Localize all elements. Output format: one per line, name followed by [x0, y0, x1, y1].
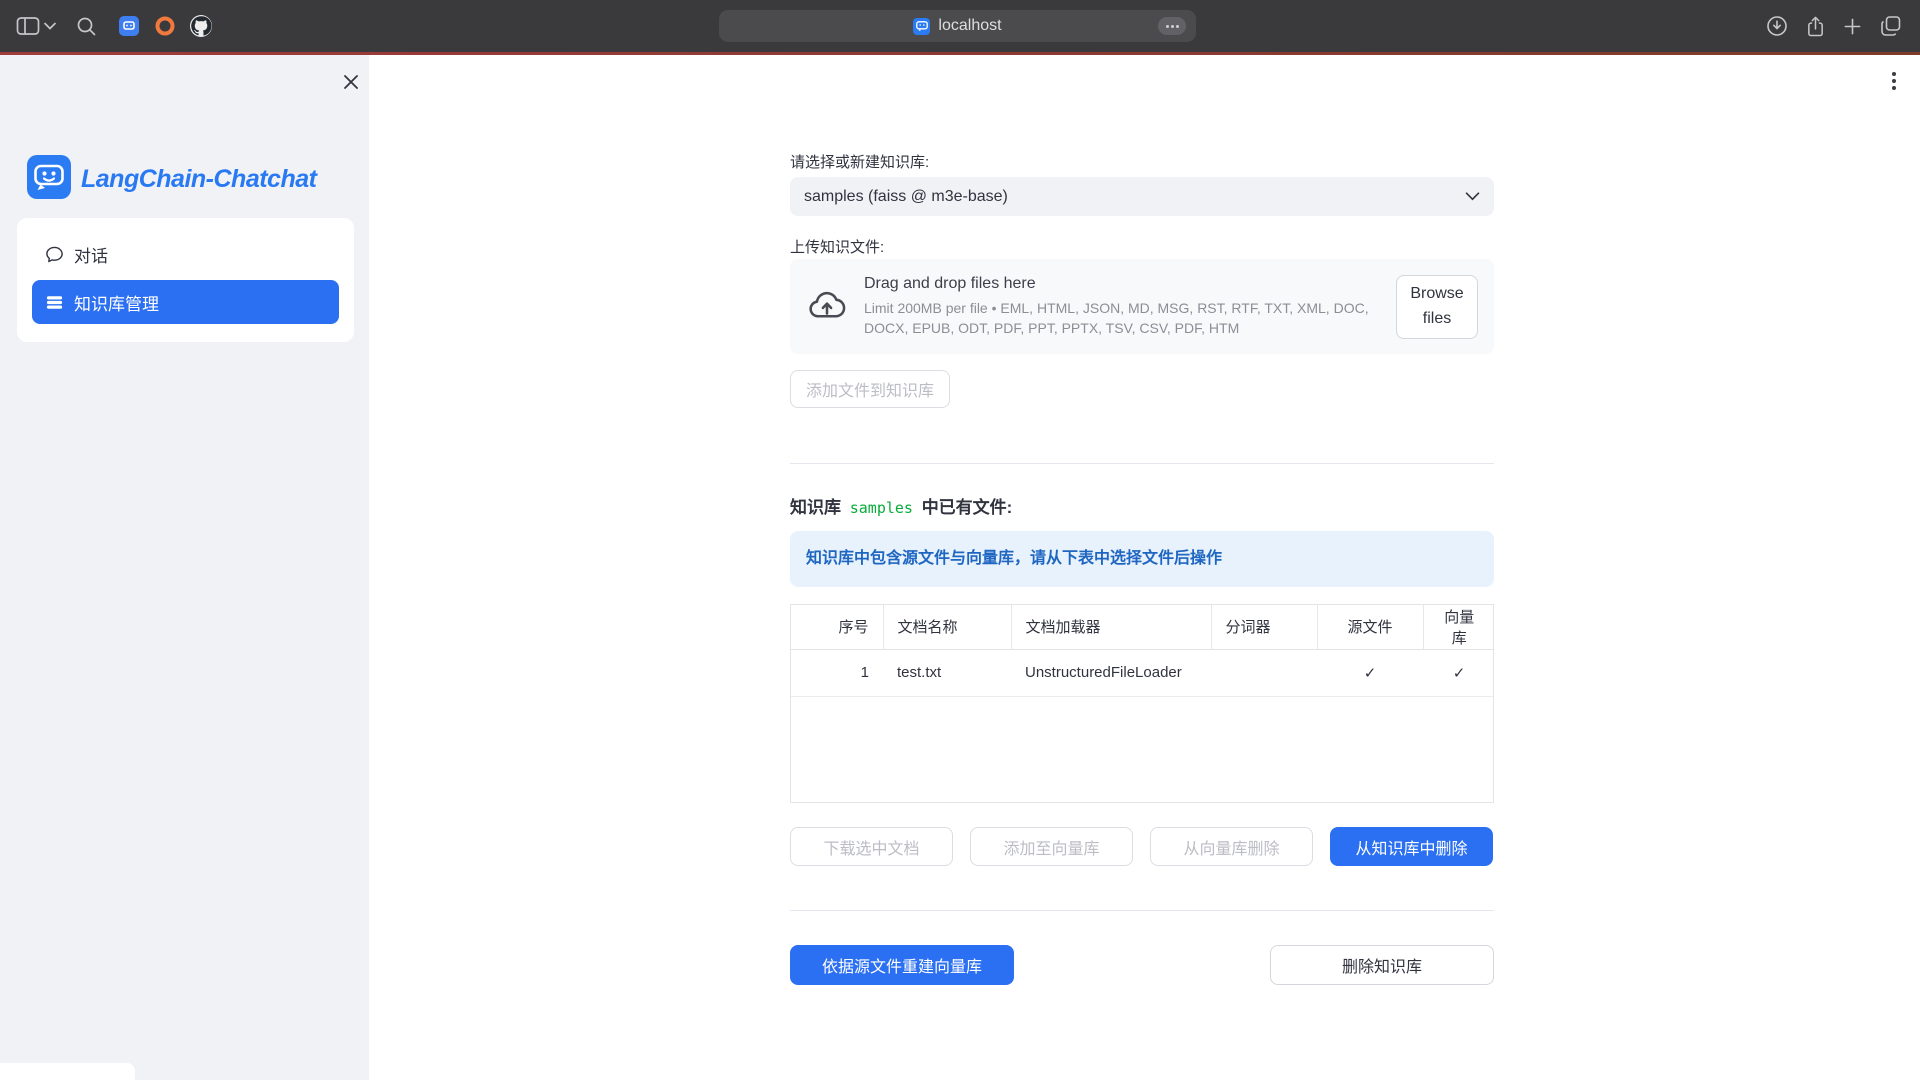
- info-banner: 知识库中包含源文件与向量库，请从下表中选择文件后操作: [790, 531, 1494, 587]
- divider: [790, 463, 1494, 464]
- col-header-index[interactable]: 序号: [791, 605, 883, 649]
- file-actions-row: 下载选中文档 添加至向量库 从向量库删除 从知识库中删除: [790, 827, 1494, 866]
- chat-bubble-icon: [44, 245, 64, 264]
- sidebar-item-label: 知识库管理: [74, 290, 159, 315]
- upload-cloud-icon: [806, 287, 848, 326]
- cell-splitter: [1211, 649, 1317, 696]
- files-table[interactable]: 序号 文档名称 文档加载器 分词器 源文件 向量库 1 test.txt Uns…: [790, 604, 1494, 803]
- add-files-to-kb-button[interactable]: 添加文件到知识库: [790, 370, 950, 408]
- cell-vector-check: ✓: [1423, 649, 1494, 696]
- col-header-splitter[interactable]: 分词器: [1211, 605, 1317, 649]
- browser-toolbar: localhost: [0, 0, 1920, 52]
- remove-from-kb-button[interactable]: 从知识库中删除: [1330, 827, 1493, 866]
- cell-index: 1: [791, 649, 883, 696]
- cell-loader: UnstructuredFileLoader: [1011, 649, 1211, 696]
- table-header-row: 序号 文档名称 文档加载器 分词器 源文件 向量库: [791, 605, 1494, 649]
- col-header-loader[interactable]: 文档加载器: [1011, 605, 1211, 649]
- pinned-tab-blue-icon[interactable]: [117, 14, 141, 38]
- browse-files-button[interactable]: Browse files: [1396, 275, 1478, 339]
- downloads-icon[interactable]: [1766, 10, 1788, 42]
- tab-overview-icon[interactable]: [1880, 10, 1902, 42]
- col-header-name[interactable]: 文档名称: [883, 605, 1011, 649]
- new-tab-icon[interactable]: [1843, 10, 1862, 42]
- cell-name: test.txt: [883, 649, 1011, 696]
- page-settings-icon[interactable]: [1158, 17, 1186, 35]
- toolbar-left-group: [16, 0, 213, 52]
- sidebar-item-label: 对话: [74, 242, 108, 267]
- kb-select[interactable]: samples (faiss @ m3e-base): [790, 177, 1494, 216]
- toolbar-right-group: [1766, 0, 1902, 52]
- app-viewport: LangChain-Chatchat 对话 知识库管理 请选择或新建知识库: s…: [0, 55, 1920, 1080]
- files-heading-suffix: 中已有文件:: [922, 498, 1013, 517]
- pinned-tab-github-icon[interactable]: [189, 14, 213, 38]
- pinned-tab-orange-icon[interactable]: [153, 14, 177, 38]
- app-logo: LangChain-Chatchat: [27, 155, 316, 204]
- chevron-down-icon: [1465, 192, 1480, 201]
- remove-from-vector-button[interactable]: 从向量库删除: [1150, 827, 1313, 866]
- sidebar: LangChain-Chatchat 对话 知识库管理: [0, 55, 369, 1080]
- files-heading-prefix: 知识库: [790, 498, 841, 517]
- upload-label: 上传知识文件:: [790, 236, 884, 257]
- main-content: 请选择或新建知识库: samples (faiss @ m3e-base) 上传…: [790, 55, 1494, 1080]
- sidebar-item-dialogue[interactable]: 对话: [32, 232, 339, 276]
- site-favicon: [913, 18, 930, 35]
- main-menu-kebab-icon[interactable]: [1890, 67, 1898, 95]
- dropzone-instructions: Drag and drop files here Limit 200MB per…: [864, 275, 1380, 338]
- sidebar-close-icon[interactable]: [338, 69, 364, 95]
- dropzone-limit-text: Limit 200MB per file • EML, HTML, JSON, …: [864, 299, 1380, 338]
- col-header-vector[interactable]: 向量库: [1423, 605, 1494, 649]
- divider: [790, 910, 1494, 911]
- delete-kb-button[interactable]: 删除知识库: [1270, 945, 1494, 985]
- kb-name-code: samples: [846, 499, 917, 517]
- files-heading: 知识库 samples 中已有文件:: [790, 493, 1012, 518]
- col-header-source[interactable]: 源文件: [1317, 605, 1423, 649]
- dropzone-title: Drag and drop files here: [864, 275, 1380, 293]
- chatchat-logo-icon: [27, 155, 71, 204]
- address-text: localhost: [938, 17, 1001, 35]
- file-dropzone[interactable]: Drag and drop files here Limit 200MB per…: [790, 259, 1494, 354]
- search-icon[interactable]: [76, 10, 97, 42]
- kb-footer-actions: 依据源文件重建向量库 删除知识库: [790, 945, 1494, 985]
- sidebar-item-kb-management[interactable]: 知识库管理: [32, 280, 339, 324]
- status-strip: [0, 1063, 135, 1080]
- kb-select-label: 请选择或新建知识库:: [790, 151, 929, 172]
- rebuild-vector-store-button[interactable]: 依据源文件重建向量库: [790, 945, 1014, 985]
- knowledge-base-icon: [44, 293, 64, 312]
- kb-select-value: samples (faiss @ m3e-base): [804, 188, 1008, 206]
- add-to-vector-button[interactable]: 添加至向量库: [970, 827, 1133, 866]
- sidebar-menu: 对话 知识库管理: [17, 218, 354, 342]
- share-icon[interactable]: [1806, 10, 1825, 42]
- app-logo-text: LangChain-Chatchat: [81, 165, 316, 194]
- download-selected-button[interactable]: 下载选中文档: [790, 827, 953, 866]
- cell-source-check: ✓: [1317, 649, 1423, 696]
- chevron-down-icon[interactable]: [44, 10, 56, 42]
- address-bar[interactable]: localhost: [719, 10, 1196, 42]
- sidebar-toggle-icon[interactable]: [16, 10, 40, 42]
- table-row[interactable]: 1 test.txt UnstructuredFileLoader ✓ ✓: [791, 649, 1494, 696]
